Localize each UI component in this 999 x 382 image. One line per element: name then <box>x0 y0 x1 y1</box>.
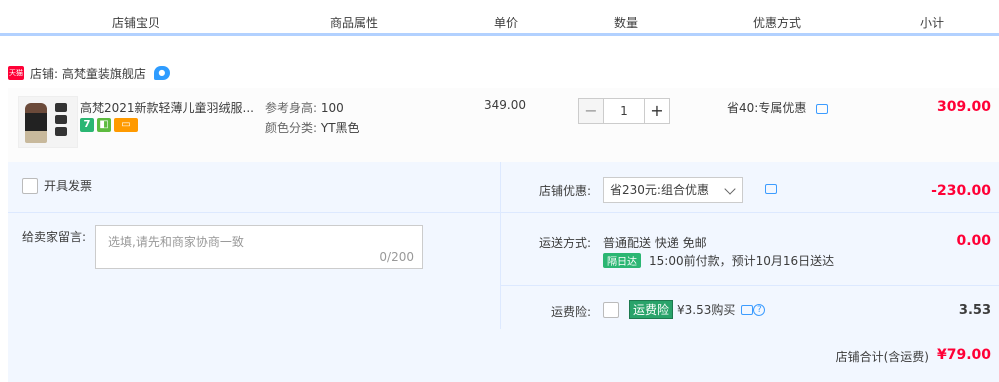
invoice-option[interactable]: 开具发票 <box>22 177 92 194</box>
qty-plus-button[interactable]: + <box>644 98 670 124</box>
insurance-tag: 运费险 <box>629 300 674 319</box>
card-payment-icon[interactable]: ▭ <box>114 118 138 132</box>
unit-price: 349.00 <box>484 98 526 112</box>
insurance-label: 运费险: <box>550 305 591 319</box>
col-discount: 优惠方式 <box>753 16 802 30</box>
guarantee-icon[interactable]: ◧ <box>97 118 111 132</box>
tmall-icon: 天猫 <box>8 66 24 80</box>
col-shop-item: 店铺宝贝 <box>112 16 161 30</box>
insurance-option: 运费险 ¥3.53购买 ? <box>603 300 766 319</box>
shop-total-bar: 店铺合计(含运费) ¥79.00 <box>8 330 999 382</box>
message-char-count: 0/200 <box>379 250 414 264</box>
message-placeholder: 选填,请先和商家协商一致 <box>108 235 244 249</box>
service-badges: 7 ◧ ▭ <box>80 118 138 132</box>
message-label: 给卖家留言: <box>22 230 87 244</box>
product-title[interactable]: 高梵2021新款轻薄儿童羽绒服... <box>80 99 260 116</box>
comment-icon[interactable] <box>741 304 754 315</box>
shipping-row: 运送方式: 普通配送 快递 免邮 隔日达 15:00前付款，预计10月16日送达 … <box>501 213 999 285</box>
col-attributes: 商品属性 <box>330 16 379 30</box>
shop-total-label: 店铺合计(含运费) <box>835 350 929 364</box>
order-left-panel: 开具发票 给卖家留言: 选填,请先和商家协商一致 0/200 <box>8 162 501 329</box>
shop-discount-amount: -230.00 <box>931 183 991 199</box>
comment-icon[interactable] <box>765 184 777 194</box>
item-subtotal: 309.00 <box>936 99 991 115</box>
cart-item: 高梵2021新款轻薄儿童羽绒服... 7 ◧ ▭ 参考身高: 100 颜色分类:… <box>8 88 999 162</box>
seven-day-return-icon[interactable]: 7 <box>80 118 94 132</box>
attr-color: 颜色分类: YT黑色 <box>265 121 360 135</box>
order-options: 开具发票 给卖家留言: 选填,请先和商家协商一致 0/200 店铺优惠: 省23… <box>8 162 999 382</box>
shop-discount-select[interactable]: 省230元:组合优惠 <box>603 177 743 203</box>
product-image <box>25 103 47 143</box>
shop-discount-row: 店铺优惠: 省230元:组合优惠 -230.00 <box>501 162 999 212</box>
qty-minus-button[interactable]: − <box>578 98 604 124</box>
cart-header: 店铺宝贝 商品属性 单价 数量 优惠方式 小计 <box>0 0 999 36</box>
item-discount: 省40:专属优惠 <box>727 99 829 116</box>
insurance-checkbox[interactable] <box>603 301 619 318</box>
col-subtotal: 小计 <box>920 16 945 30</box>
help-icon[interactable]: ? <box>753 303 766 316</box>
shipping-eta: 隔日达 15:00前付款，预计10月16日送达 <box>603 252 834 269</box>
insurance-price: ¥3.53购买 <box>677 303 736 317</box>
shop-name[interactable]: 店铺: 高梵童装旗舰店 <box>30 65 146 82</box>
shop-total-amount: ¥79.00 <box>936 347 991 363</box>
qty-input[interactable]: 1 <box>604 98 644 124</box>
col-price: 单价 <box>494 16 519 30</box>
quantity-stepper: − 1 + <box>578 98 670 124</box>
invoice-label: 开具发票 <box>44 179 93 193</box>
insurance-row: 运费险: 运费险 ¥3.53购买 ? 3.53 <box>501 286 999 329</box>
chat-icon[interactable]: ● <box>153 66 170 80</box>
shipping-method: 普通配送 快递 免邮 <box>603 236 707 250</box>
insurance-amount: 3.53 <box>958 303 991 318</box>
shipping-amount: 0.00 <box>956 233 991 249</box>
shop-discount-label: 店铺优惠: <box>538 184 591 198</box>
invoice-checkbox[interactable] <box>22 177 38 194</box>
col-quantity: 数量 <box>614 16 639 30</box>
attr-height: 参考身高: 100 <box>265 101 344 115</box>
next-day-badge: 隔日达 <box>603 253 641 268</box>
chevron-down-icon <box>724 183 736 195</box>
shipping-label: 运送方式: <box>538 236 591 250</box>
message-input[interactable]: 选填,请先和商家协商一致 0/200 <box>95 225 423 269</box>
product-thumbnail[interactable] <box>18 96 78 148</box>
shop-row: 天猫 店铺: 高梵童装旗舰店 ● <box>8 64 170 82</box>
comment-icon[interactable] <box>816 103 829 114</box>
